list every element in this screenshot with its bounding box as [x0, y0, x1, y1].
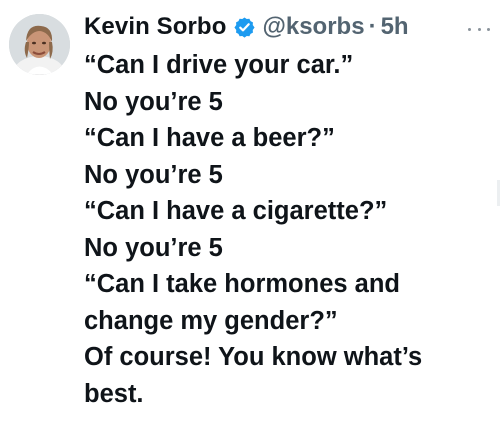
tweet-line: “Can I have a cigarette?”	[84, 197, 388, 225]
verified-badge-icon	[233, 16, 256, 39]
tweet-line: No you’re 5	[84, 87, 223, 116]
more-dot	[477, 27, 481, 31]
meta-separator: ·	[368, 13, 377, 40]
tweet-line: “Can I take hormones and	[84, 270, 400, 298]
user-handle[interactable]: @ksorbs	[262, 12, 364, 42]
tweet-header: Kevin Sorbo @ksorbs · 5h	[84, 10, 409, 44]
more-dot	[468, 27, 471, 31]
tweet-text: “Can I drive your car.” No you’re 5 “Can…	[84, 47, 494, 412]
more-dot	[487, 27, 490, 31]
tweet-line: best.	[84, 379, 144, 408]
profile-photo-icon[interactable]	[9, 14, 70, 75]
tweet-line: change my gender?”	[84, 306, 338, 335]
more-options-icon[interactable]	[468, 22, 490, 36]
display-name[interactable]: Kevin Sorbo	[84, 12, 226, 42]
tweet-line: “Can I drive your car.”	[84, 51, 354, 79]
tweet-line: Of course! You know what’s	[84, 343, 423, 371]
tweet-line: No you’re 5	[84, 160, 223, 189]
tweet-line: No you’re 5	[84, 233, 223, 262]
timestamp[interactable]: 5h	[381, 12, 409, 42]
tweet-line: “Can I have a beer?”	[84, 124, 335, 152]
tweet: Kevin Sorbo @ksorbs · 5h “Can I drive yo…	[0, 0, 500, 446]
